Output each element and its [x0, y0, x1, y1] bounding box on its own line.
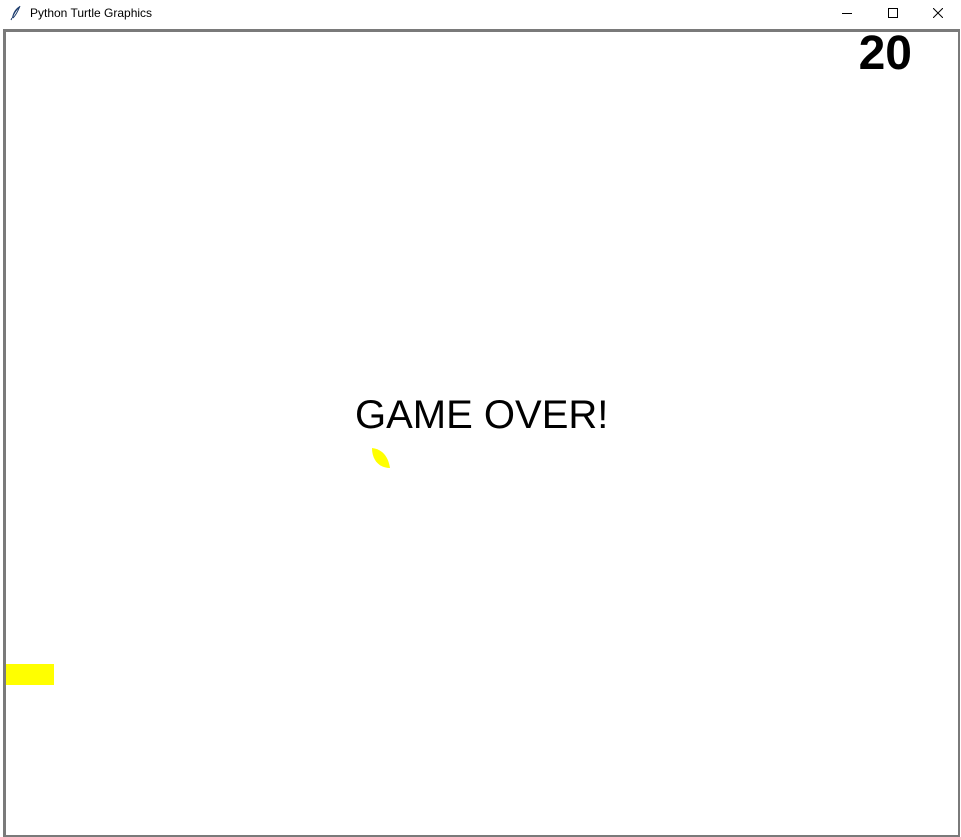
- feather-icon: [10, 5, 22, 21]
- window-title: Python Turtle Graphics: [30, 6, 153, 20]
- maximize-icon: [888, 8, 898, 18]
- canvas-frame: 20 GAME OVER!: [3, 29, 960, 837]
- close-icon: [933, 8, 943, 18]
- minimize-button[interactable]: [824, 0, 870, 26]
- close-button[interactable]: [915, 0, 961, 26]
- game-canvas[interactable]: 20 GAME OVER!: [6, 32, 958, 835]
- turtle-window: Python Turtle Graphics 20 GAME OVER!: [0, 0, 961, 837]
- maximize-button[interactable]: [870, 0, 916, 26]
- snake-segment: [6, 664, 54, 685]
- title-bar[interactable]: Python Turtle Graphics: [0, 0, 961, 26]
- score-display: 20: [858, 29, 912, 80]
- minimize-icon: [842, 8, 852, 18]
- game-over-message: GAME OVER!: [355, 393, 609, 437]
- food-icon: [369, 447, 393, 471]
